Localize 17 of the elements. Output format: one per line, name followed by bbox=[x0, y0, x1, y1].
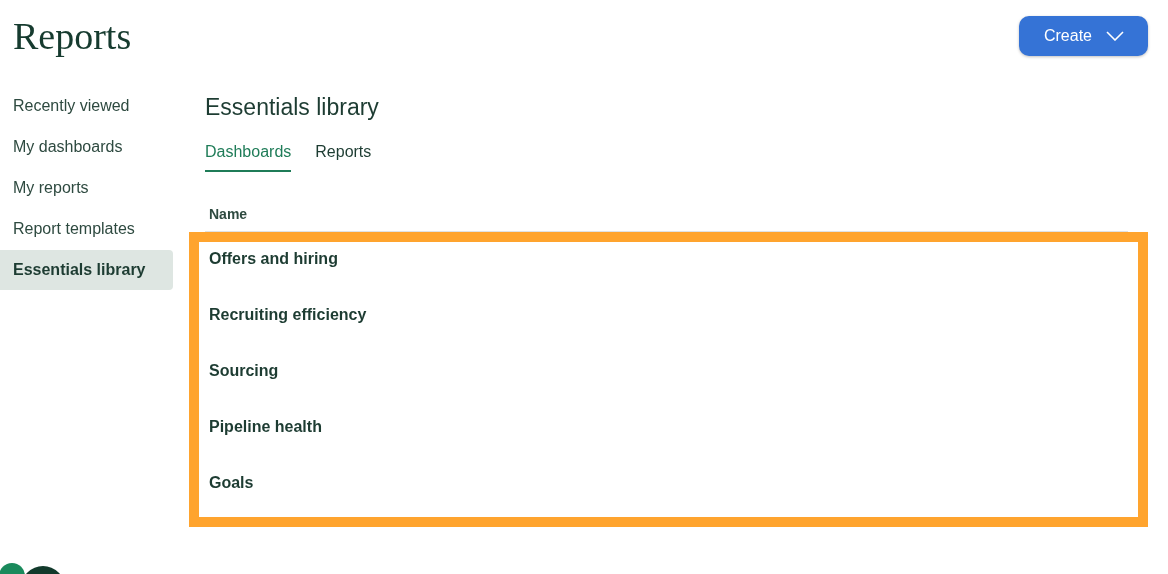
sidebar-item[interactable]: Recently viewed bbox=[0, 86, 173, 126]
caret-icon bbox=[1106, 31, 1124, 41]
tab[interactable]: Reports bbox=[315, 143, 372, 172]
table-cell[interactable]: Offers and hiring bbox=[199, 242, 338, 268]
column-header: Name bbox=[208, 205, 249, 222]
sidebar-item[interactable]: Report templates bbox=[0, 209, 173, 249]
table-cell[interactable]: Recruiting efficiency bbox=[199, 298, 367, 324]
table-cell[interactable]: Sourcing bbox=[199, 354, 279, 380]
create-button[interactable]: Create bbox=[1018, 16, 1148, 56]
sidebar-item[interactable]: My reports bbox=[0, 168, 173, 208]
section-heading: Essentials library bbox=[205, 93, 380, 121]
tab[interactable]: Dashboards bbox=[205, 143, 292, 172]
table-cell[interactable]: Goals bbox=[199, 466, 254, 492]
sidebar-item[interactable]: My dashboards bbox=[0, 127, 173, 167]
page-title: Reports bbox=[13, 16, 132, 56]
table-cell[interactable]: Pipeline health bbox=[199, 410, 322, 436]
sidebar-item[interactable]: Essentials library bbox=[0, 250, 173, 290]
